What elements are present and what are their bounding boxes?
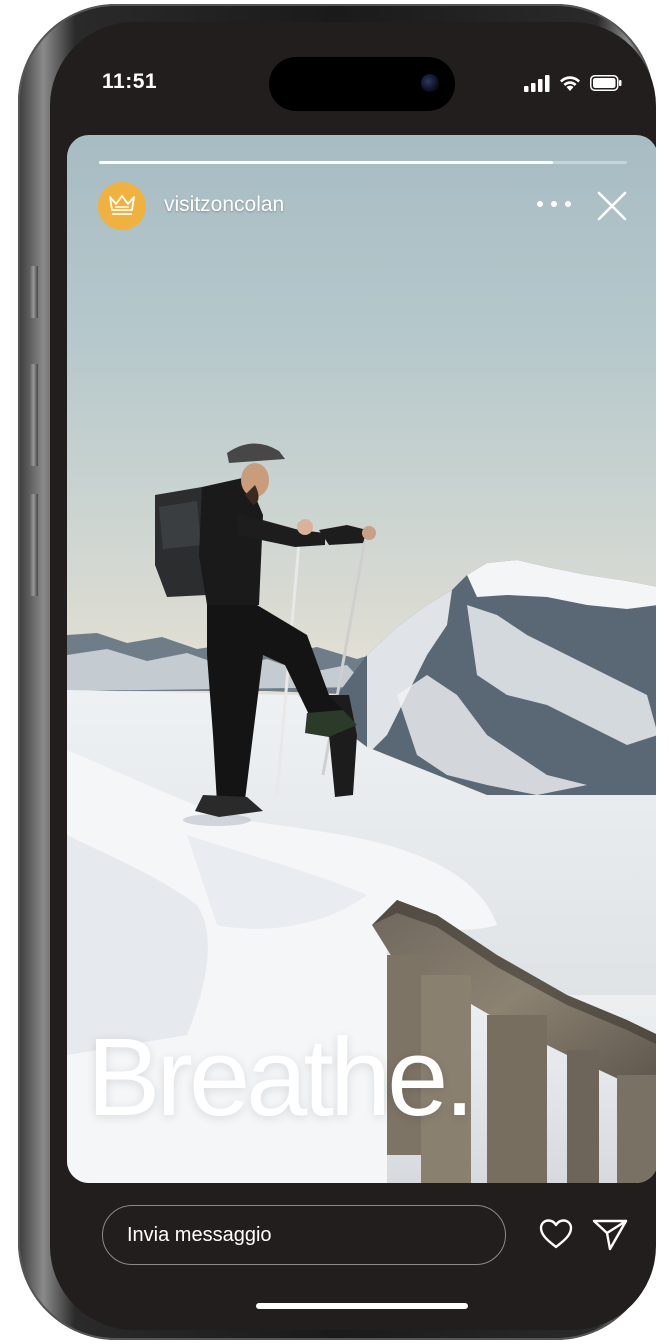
story-progress-fill: [99, 161, 554, 164]
phone-frame: 11:51 visitzoncolan Breathe. Invia messa…: [18, 4, 656, 1340]
cellular-signal-icon: [524, 74, 550, 92]
heart-icon[interactable]: [536, 1214, 576, 1254]
paper-plane-icon[interactable]: [590, 1214, 630, 1254]
more-dot-icon: [551, 201, 557, 207]
story-progress-bar: [99, 161, 627, 164]
volume-down-button: [29, 494, 38, 596]
front-camera: [421, 74, 439, 92]
story-caption: Breathe.: [87, 1016, 475, 1139]
volume-up-button: [29, 364, 38, 466]
message-input[interactable]: Invia messaggio: [102, 1205, 506, 1265]
home-indicator[interactable]: [256, 1303, 468, 1309]
wifi-icon: [560, 76, 580, 91]
story-viewer[interactable]: visitzoncolan Breathe.: [67, 135, 656, 1183]
more-options-button[interactable]: [537, 193, 571, 215]
more-dot-icon: [565, 201, 571, 207]
battery-icon: [590, 75, 622, 91]
close-icon[interactable]: [595, 189, 629, 223]
account-avatar[interactable]: [98, 182, 146, 230]
account-username[interactable]: visitzoncolan: [164, 193, 284, 217]
dynamic-island: [269, 57, 455, 111]
status-icons: [524, 74, 622, 92]
action-button: [29, 266, 38, 318]
status-time: 11:51: [102, 70, 158, 93]
phone-screen: 11:51 visitzoncolan Breathe. Invia messa…: [50, 22, 656, 1330]
message-placeholder: Invia messaggio: [127, 1223, 272, 1246]
more-dot-icon: [537, 201, 543, 207]
crown-icon: [109, 195, 135, 215]
